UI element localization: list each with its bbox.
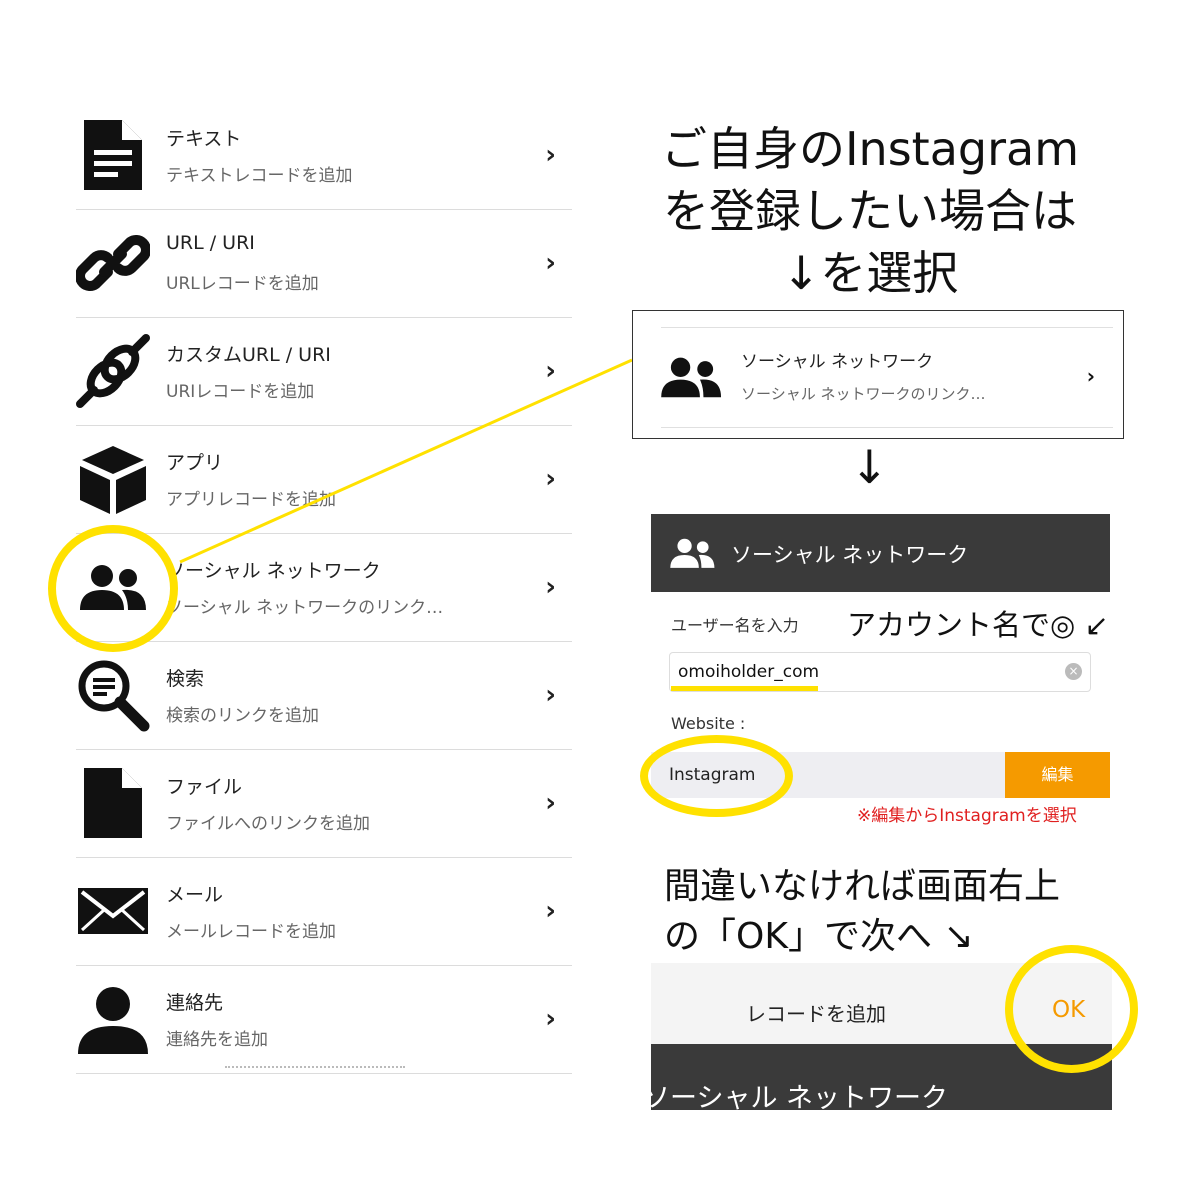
form-header-title: ソーシャル ネットワーク (731, 543, 969, 567)
username-highlight-underline (671, 686, 818, 691)
social-network-card[interactable]: ソーシャル ネットワーク ソーシャル ネットワークのリンク… › (632, 310, 1124, 439)
confirm-line-2: の「OK」で次へ ↘ (664, 916, 974, 957)
clear-icon[interactable]: × (1065, 663, 1082, 680)
card-subtitle: ソーシャル ネットワークのリンク… (741, 385, 986, 403)
card-divider-top (661, 327, 1113, 328)
heading-line-2: を登録したい場合は (663, 184, 1077, 238)
confirm-line-1: 間違いなければ画面右上 (664, 866, 1061, 907)
instruction-heading: ご自身のInstagram を登録したい場合は ↓を選択 (630, 118, 1110, 304)
chevron-right-icon: › (1086, 364, 1095, 388)
username-label: ユーザー名を入力 (671, 616, 799, 635)
username-value: omoiholder_com (678, 662, 820, 682)
people-icon (669, 536, 717, 570)
edit-note: ※編集からInstagramを選択 (857, 806, 1077, 826)
highlight-ring-ok (1005, 945, 1138, 1073)
darkbar-title: ソーシャル ネットワーク (651, 1083, 949, 1110)
people-icon (659, 355, 725, 399)
down-arrow: ↓ (850, 440, 889, 494)
heading-line-3: ↓を選択 (781, 246, 959, 300)
form-header: ソーシャル ネットワーク (651, 514, 1110, 592)
highlight-ring-website (640, 735, 793, 817)
heading-line-1: ご自身のInstagram (660, 122, 1080, 176)
card-divider-bottom (661, 427, 1113, 428)
highlight-ring-social-icon (48, 525, 178, 652)
card-title: ソーシャル ネットワーク (741, 352, 934, 372)
confirm-instruction: 間違いなければ画面右上 の「OK」で次へ ↘ (664, 862, 1060, 962)
edit-button[interactable]: 編集 (1005, 752, 1110, 798)
website-label: Website : (671, 714, 746, 733)
add-record-title: レコードを追加 (746, 1002, 886, 1026)
username-hint: アカウント名で◎ ↙ (847, 608, 1109, 642)
